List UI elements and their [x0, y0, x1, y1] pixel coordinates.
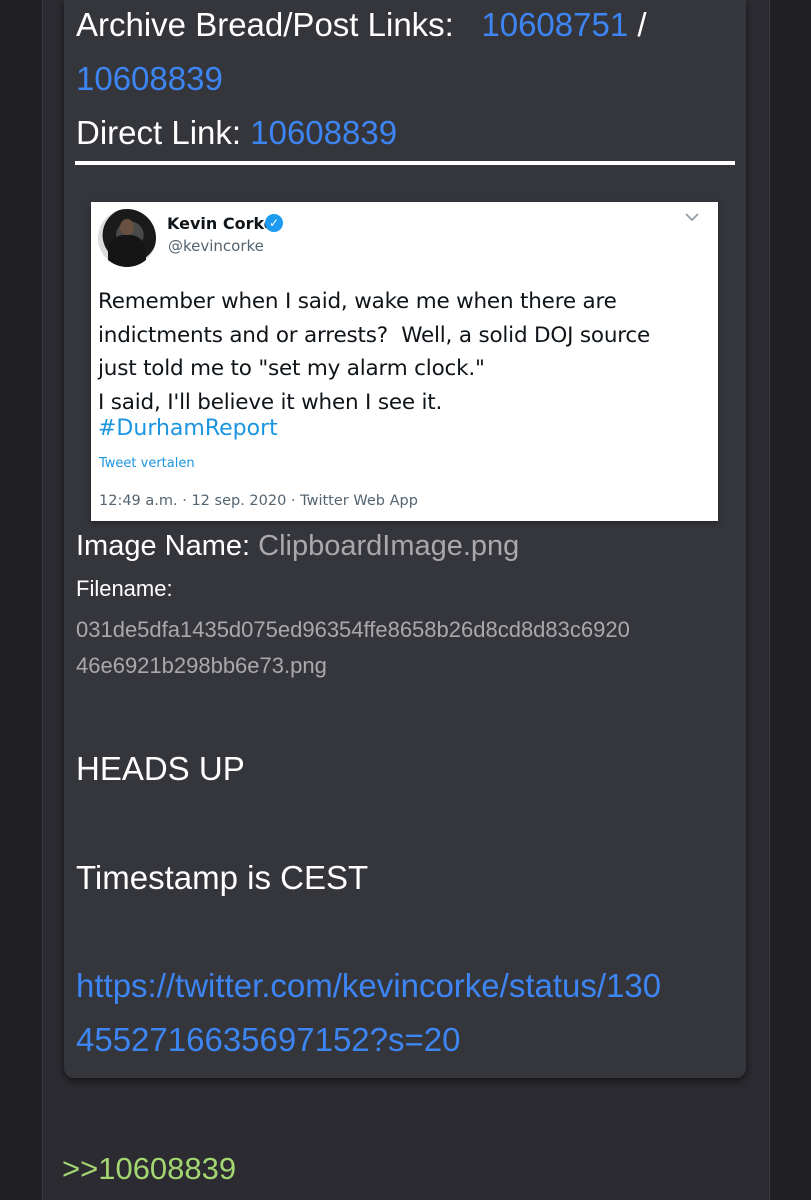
heads-up-text: HEADS UP	[76, 750, 245, 787]
direct-link[interactable]: 10608839	[250, 114, 397, 151]
header-divider	[75, 161, 735, 165]
archive-links-row: Archive Bread/Post Links: 10608751 /	[76, 6, 647, 44]
filename-value-line-1: 031de5dfa1435d075ed96354ffe8658b26d8cd8d…	[76, 617, 630, 642]
archive-link-2[interactable]: 10608839	[76, 60, 223, 97]
tweet-translate-link: Tweet vertalen	[99, 456, 195, 471]
direct-link-label: Direct Link:	[76, 114, 242, 151]
tweet-author-name: Kevin Corke	[167, 214, 275, 233]
tweet-handle: @kevincorke	[168, 237, 264, 255]
archive-separator: /	[637, 6, 647, 43]
tweet-url-link-line-2[interactable]: 4552716635697152?s=20	[76, 1021, 460, 1059]
tweet-url-link-line-1[interactable]: https://twitter.com/kevincorke/status/13…	[76, 967, 661, 1005]
tweet-screenshot-image[interactable]: Kevin Corke ✓ @kevincorke Remember when …	[91, 202, 718, 521]
tweet-hashtag: #DurhamReport	[98, 416, 278, 441]
archive-links-row-2: 10608839	[76, 60, 223, 98]
image-name-label: Image Name:	[76, 530, 251, 562]
tweet-body: Remember when I said, wake me when there…	[98, 289, 651, 415]
filename-label: Filename:	[76, 576, 173, 601]
filename-value-line-2: 46e6921b298bb6e73.png	[76, 653, 327, 678]
avatar	[98, 209, 156, 267]
image-name-row: Image Name: ClipboardImage.png	[76, 530, 519, 563]
reply-backlink[interactable]: >>10608839	[62, 1151, 236, 1187]
archive-link-1[interactable]: 10608751	[481, 6, 628, 43]
archive-label: Archive Bread/Post Links:	[76, 6, 454, 43]
direct-link-row: Direct Link: 10608839	[76, 114, 397, 152]
image-name-value: ClipboardImage.png	[258, 530, 520, 562]
verified-badge-icon: ✓	[265, 214, 283, 232]
chevron-down-icon	[685, 210, 699, 226]
timestamp-note: Timestamp is CEST	[76, 859, 369, 896]
tweet-meta: 12:49 a.m. · 12 sep. 2020 · Twitter Web …	[99, 493, 418, 509]
